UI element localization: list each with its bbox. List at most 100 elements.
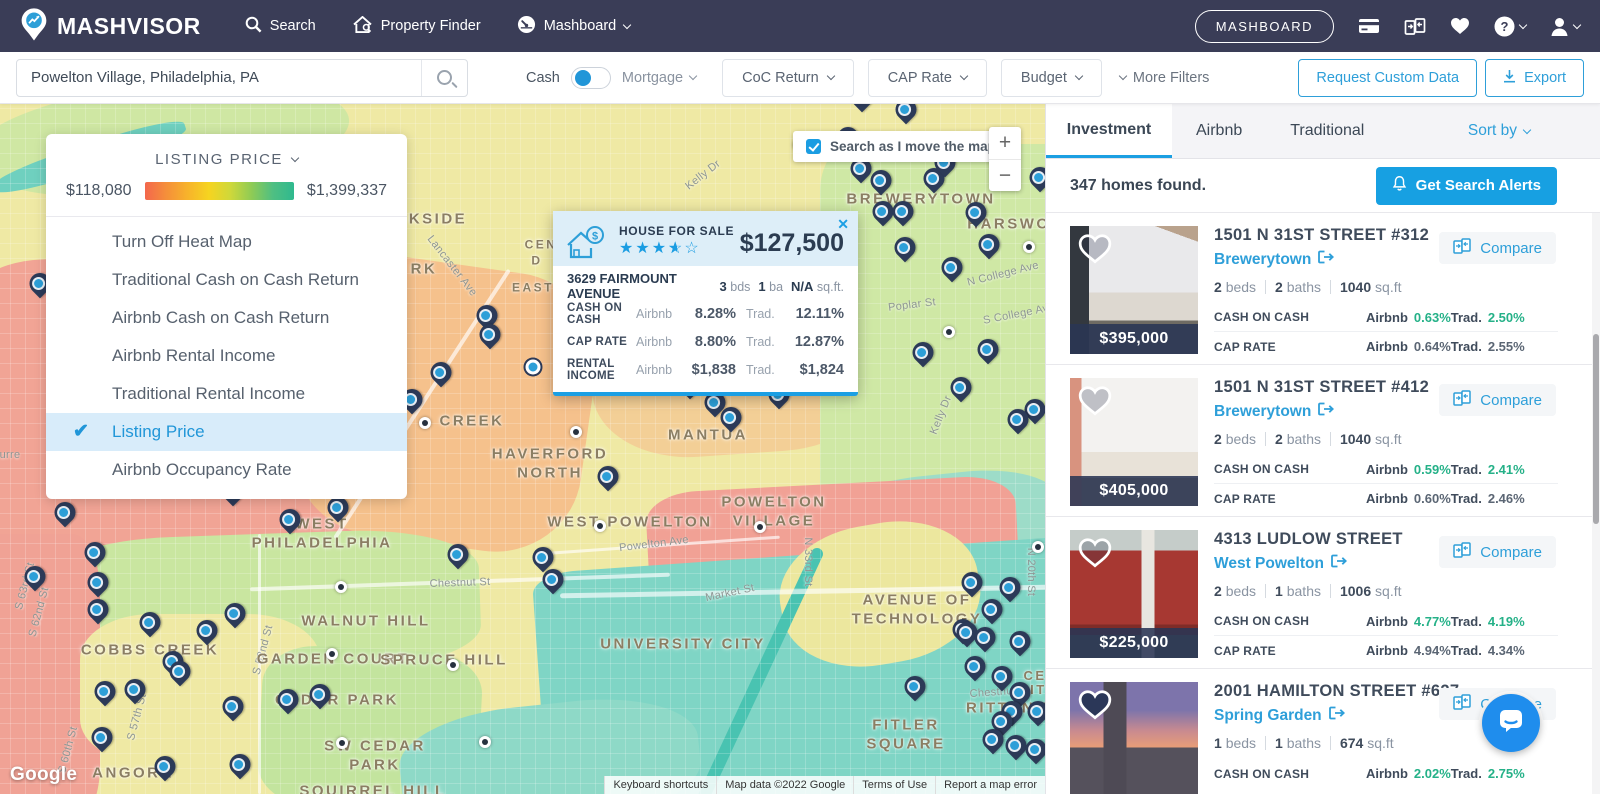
map-dot-marker[interactable] — [479, 736, 491, 748]
compare-button[interactable]: Compare — [1439, 384, 1556, 416]
map[interactable]: Kelly DrKelly DrN College AveS College A… — [0, 104, 1045, 794]
map-area-label: POWELTON VILLAGE — [721, 493, 826, 531]
neighborhood-link[interactable]: West Powelton — [1214, 554, 1347, 573]
listing-stats: CASH ON CASH Airbnb0.63% Trad.2.50% CAP … — [1214, 303, 1558, 361]
heatmap-layer-selector[interactable]: LISTING PRICE — [46, 134, 407, 176]
search-submit-button[interactable] — [421, 60, 467, 96]
heatmap-option[interactable]: Listing Price — [46, 413, 407, 451]
favorite-button[interactable] — [1077, 689, 1113, 721]
search-as-move-checkbox[interactable]: Search as I move the map — [793, 131, 1009, 162]
more-filters-button[interactable]: More Filters — [1120, 70, 1210, 86]
results-count: 347 homes found. — [1070, 177, 1206, 195]
selected-property-marker[interactable] — [526, 360, 541, 375]
request-custom-data-button[interactable]: Request Custom Data — [1298, 59, 1477, 97]
airbnb-stat: Airbnb2.02% — [1366, 766, 1451, 781]
nav-links: Search Property Finder Mashboard — [245, 15, 630, 38]
map-dot-marker[interactable] — [1032, 541, 1044, 553]
neighborhood-link[interactable]: Brewerytown — [1214, 402, 1334, 421]
compare-icon — [1453, 542, 1471, 562]
tab-investment[interactable]: Investment — [1046, 104, 1172, 158]
zoom-out-button[interactable]: − — [989, 159, 1021, 191]
export-button[interactable]: Export — [1485, 59, 1584, 97]
popup-stat-row: CAP RATE Airbnb8.80% Trad.12.87% — [567, 328, 844, 356]
scrollbar-thumb[interactable] — [1593, 334, 1599, 524]
heatmap-option[interactable]: Airbnb Rental Income — [46, 337, 407, 375]
property-finder-icon — [352, 16, 373, 37]
map-dot-marker[interactable] — [447, 659, 459, 671]
heatmap-option[interactable]: Traditional Cash on Cash Return — [46, 261, 407, 299]
neighborhood-link[interactable]: Spring Garden — [1214, 706, 1345, 725]
coc-return-dropdown[interactable]: CoC Return — [722, 59, 854, 97]
billing-card-icon[interactable] — [1358, 18, 1380, 34]
neighborhood-link[interactable]: Brewerytown — [1214, 250, 1334, 269]
svg-text:$: $ — [592, 231, 598, 243]
nav-search[interactable]: Search — [245, 16, 316, 37]
heatmap-option[interactable]: Traditional Rental Income — [46, 375, 407, 413]
favorite-button[interactable] — [1077, 385, 1113, 417]
stat-label: CASH ON CASH — [1214, 767, 1366, 781]
chat-launcher-button[interactable] — [1482, 694, 1540, 752]
favorites-heart-icon[interactable] — [1450, 17, 1470, 35]
map-dot-marker[interactable] — [419, 417, 431, 429]
house-for-sale-icon: $ — [564, 225, 606, 268]
stat-label: CASH ON CASH — [1214, 614, 1366, 628]
traditional-stat: Trad.2.41% — [1451, 462, 1559, 477]
map-dot-marker[interactable] — [336, 737, 348, 749]
terms-of-use-link[interactable]: Terms of Use — [853, 776, 935, 794]
map-dot-marker[interactable] — [335, 581, 347, 593]
map-dot-marker[interactable] — [1023, 241, 1035, 253]
help-icon[interactable]: ? — [1494, 16, 1526, 37]
cap-rate-dropdown[interactable]: CAP Rate — [868, 59, 987, 97]
get-search-alerts-button[interactable]: Get Search Alerts — [1376, 167, 1557, 205]
report-map-error-link[interactable]: Report a map error — [935, 776, 1045, 794]
compare-button[interactable]: Compare — [1439, 536, 1556, 568]
user-account-icon[interactable] — [1550, 17, 1580, 36]
map-area-label: WALNUT HILL — [301, 613, 430, 632]
map-area-label: KSIDE — [409, 211, 467, 230]
zoom-in-button[interactable]: + — [989, 127, 1021, 159]
listing-stat-row: CASH ON CASH Airbnb4.77% Trad.4.19% — [1214, 607, 1558, 636]
mashvisor-logo[interactable]: MASHVISOR — [20, 7, 201, 46]
map-dot-marker[interactable] — [570, 426, 582, 438]
stat-label: CASH ON CASH — [1214, 462, 1366, 476]
chevron-down-icon — [1573, 20, 1581, 28]
listing-stats: CASH ON CASH Airbnb2.02% Trad.2.75% — [1214, 759, 1558, 788]
location-search-input[interactable] — [17, 69, 421, 86]
map-dot-marker[interactable] — [326, 648, 338, 660]
tab-traditional[interactable]: Traditional — [1266, 104, 1388, 158]
filter-bar: Cash Mortgage CoC Return CAP Rate Budget… — [0, 52, 1600, 104]
chevron-down-icon — [826, 72, 834, 80]
budget-dropdown[interactable]: Budget — [1001, 59, 1102, 97]
compare-button[interactable]: Compare — [1439, 232, 1556, 264]
keyboard-shortcuts-link[interactable]: Keyboard shortcuts — [604, 776, 716, 794]
listing-card[interactable]: $405,000 1501 N 31ST STREET #412 Brewery… — [1046, 365, 1600, 517]
star-icon: ★ — [652, 240, 668, 257]
listing-card[interactable]: $225,000 4313 LUDLOW STREET West Powelto… — [1046, 517, 1600, 669]
listing-card[interactable]: $395,000 1501 N 31ST STREET #312 Brewery… — [1046, 213, 1600, 365]
map-dot-marker[interactable] — [594, 520, 606, 532]
heatmap-option[interactable]: Turn Off Heat Map — [46, 223, 407, 261]
brand-name: MASHVISOR — [57, 13, 201, 40]
sort-by-dropdown[interactable]: Sort by — [1468, 104, 1530, 158]
listing-stat-row: CAP RATE Airbnb0.64% Trad.2.55% — [1214, 332, 1558, 361]
heatmap-option[interactable]: Airbnb Cash on Cash Return — [46, 299, 407, 337]
listing-photo: $225,000 — [1070, 530, 1198, 658]
nav-mashboard[interactable]: Mashboard — [517, 15, 631, 38]
map-dot-marker[interactable] — [943, 326, 955, 338]
airbnb-stat: Airbnb0.60% — [1366, 491, 1451, 506]
top-navbar: MASHVISOR Search Property Finder Mashboa… — [0, 0, 1600, 52]
map-area-label: UNIVERSITY CITY — [600, 636, 766, 655]
divider — [1330, 584, 1331, 598]
heatmap-option[interactable]: Airbnb Occupancy Rate — [46, 451, 407, 489]
map-area-label: SQUIRREL HILL — [299, 783, 446, 794]
open-neighborhood-icon — [1329, 706, 1345, 725]
tab-airbnb[interactable]: Airbnb — [1172, 104, 1266, 158]
mortgage-dropdown[interactable]: Mortgage — [622, 70, 696, 86]
favorite-button[interactable] — [1077, 233, 1113, 265]
cash-mortgage-toggle[interactable] — [571, 67, 611, 89]
compare-transfer-icon[interactable] — [1404, 17, 1426, 36]
map-dot-marker[interactable] — [754, 521, 766, 533]
mashboard-button[interactable]: MASHBOARD — [1195, 10, 1334, 43]
nav-property-finder[interactable]: Property Finder — [352, 16, 481, 37]
favorite-button[interactable] — [1077, 537, 1113, 569]
